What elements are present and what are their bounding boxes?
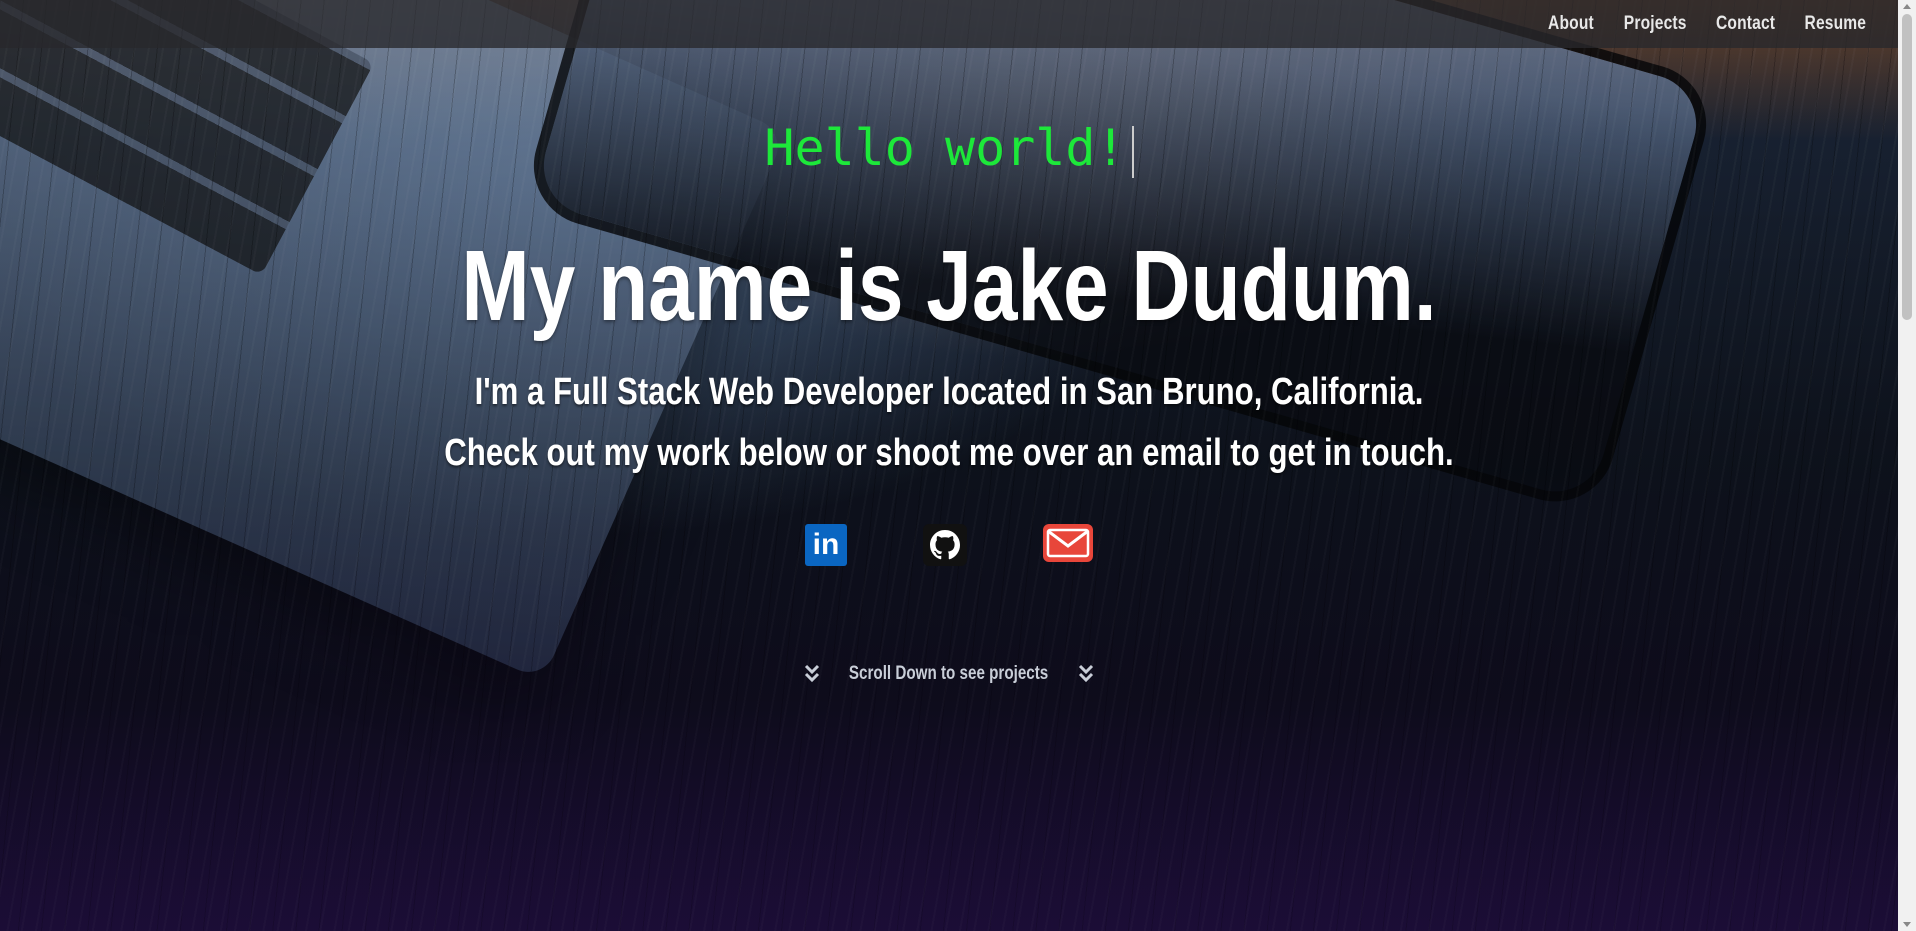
hero-section: Hello world! My name is Jake Dudum. I'm … [0, 0, 1898, 931]
hero-subline-location: I'm a Full Stack Web Developer located i… [474, 371, 1424, 413]
scroll-down-arrow-icon[interactable] [1903, 922, 1911, 927]
typed-greeting: Hello world! [0, 118, 1898, 178]
scroll-up-arrow-icon[interactable] [1903, 4, 1911, 9]
page-scrollbar[interactable] [1898, 0, 1916, 931]
linkedin-icon: in [812, 528, 840, 561]
typing-cursor [1131, 125, 1134, 178]
linkedin-link[interactable]: in [805, 524, 847, 566]
email-icon [1046, 528, 1090, 558]
hero-headline: My name is Jake Dudum. [461, 230, 1437, 342]
double-chevron-down-icon [805, 664, 820, 683]
scroll-hint-text: Scroll Down to see projects [849, 663, 1049, 684]
hero-subline-contact: Check out my work below or shoot me over… [444, 432, 1454, 474]
double-chevron-down-icon [1078, 664, 1093, 683]
social-links: in [0, 524, 1898, 566]
email-link[interactable] [1043, 524, 1093, 562]
scroll-down-hint[interactable]: Scroll Down to see projects [0, 663, 1898, 685]
github-icon [930, 530, 960, 560]
typed-greeting-text: Hello world! [764, 119, 1126, 177]
scrollbar-thumb[interactable] [1902, 14, 1912, 320]
github-link[interactable] [923, 524, 967, 566]
